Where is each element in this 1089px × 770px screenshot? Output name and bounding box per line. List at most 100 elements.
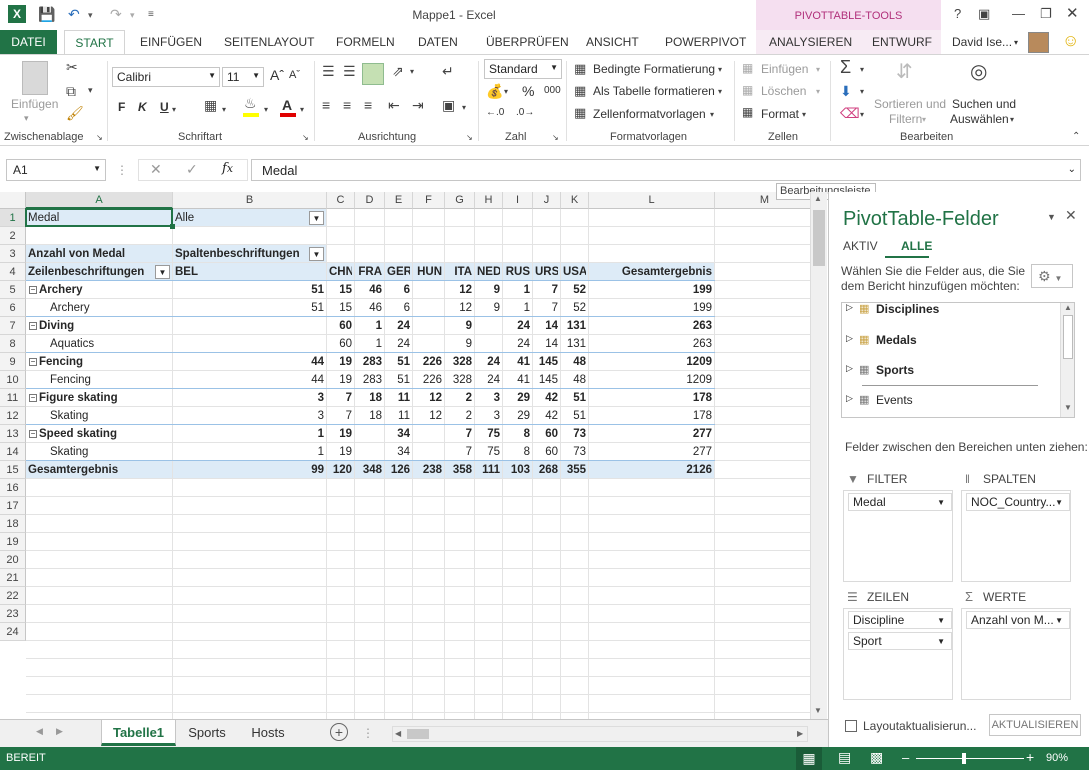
value-cell[interactable]: 46 (357, 299, 382, 317)
value-cell[interactable]: 24 (477, 353, 500, 371)
value-cell[interactable]: 1209 (591, 371, 712, 389)
format-painter-icon[interactable]: 🖌 (66, 105, 84, 122)
expand-icon[interactable]: ▷ (846, 303, 853, 313)
row-header-14[interactable]: 14 (0, 443, 26, 461)
value-cell[interactable]: 3 (477, 389, 500, 407)
chevron-down-icon[interactable]: ▾ (718, 65, 722, 74)
value-cell[interactable]: 263 (591, 335, 712, 353)
font-name-select[interactable]: Calibri ▼ (112, 67, 220, 87)
row-header-13[interactable]: 13 (0, 425, 26, 443)
collapse-icon[interactable]: − (29, 430, 37, 438)
value-cell[interactable]: 44 (175, 371, 324, 389)
zoom-slider-thumb[interactable] (962, 753, 966, 764)
fill-icon[interactable]: ⬇ (840, 83, 852, 100)
value-cell[interactable]: 1 (505, 281, 530, 299)
merge-center-icon[interactable]: ▣ (442, 97, 455, 114)
find-binoculars-icon[interactable]: ◎ (970, 59, 987, 84)
autosum-dropdown-icon[interactable]: ▾ (860, 65, 864, 74)
filter-item-medal[interactable]: Medal ▼ (848, 493, 952, 511)
value-cell[interactable]: 277 (591, 425, 712, 443)
cell-styles-button[interactable]: Zellenformatvorlagen (593, 107, 706, 121)
column-header-k[interactable]: K (561, 192, 589, 209)
font-launcher-icon[interactable]: ↘ (302, 133, 309, 142)
column-header-f[interactable]: F (413, 192, 445, 209)
row-label[interactable]: Speed skating (39, 425, 170, 443)
tools-gear-icon[interactable]: ⚙ ▼ (1031, 264, 1073, 288)
row-header-20[interactable]: 20 (0, 551, 26, 569)
ribbon-display-icon[interactable]: ▣ (978, 6, 990, 22)
cancel-icon[interactable]: ✕ (150, 161, 162, 178)
autosum-icon[interactable]: Σ (840, 57, 851, 78)
zoom-level[interactable]: 90% (1046, 752, 1068, 764)
country-header-ger[interactable]: GER (387, 263, 410, 281)
number-format-select[interactable]: Standard ▼ (484, 59, 562, 79)
name-box[interactable]: A1 ▼ (6, 159, 106, 181)
row-filter-button[interactable]: ▼ (155, 265, 170, 279)
format-cells-icon[interactable]: ▦ (742, 105, 753, 119)
row-header-9[interactable]: 9 (0, 353, 26, 371)
column-header-d[interactable]: D (355, 192, 385, 209)
font-color-icon[interactable]: A (282, 97, 292, 113)
value-cell[interactable]: 7 (535, 299, 558, 317)
value-cell[interactable]: 51 (175, 299, 324, 317)
grand-total-cell[interactable]: 268 (535, 461, 558, 479)
sheet-tab-hosts[interactable]: Hosts (238, 720, 298, 746)
align-top-icon[interactable]: ☰ (322, 63, 335, 80)
percent-button[interactable]: % (522, 83, 534, 99)
value-cell[interactable]: 277 (591, 443, 712, 461)
value-cell[interactable]: 12 (415, 389, 442, 407)
grand-total-cell[interactable]: 348 (357, 461, 382, 479)
sort-filter-icon[interactable]: ⇵ (896, 59, 913, 84)
value-cell[interactable]: 226 (415, 353, 442, 371)
row-header-23[interactable]: 23 (0, 605, 26, 623)
value-cell[interactable]: 48 (563, 353, 586, 371)
row-header-3[interactable]: 3 (0, 245, 26, 263)
decrease-decimal-icon[interactable]: .0→ (516, 107, 534, 118)
normal-view-icon[interactable]: ▦ (796, 747, 822, 770)
cut-icon[interactable]: ✂ (66, 59, 78, 76)
value-cell[interactable]: 60 (329, 317, 352, 335)
row-item-discipline[interactable]: Discipline ▼ (848, 611, 952, 629)
column-header-a[interactable]: A (26, 192, 173, 209)
row-header-7[interactable]: 7 (0, 317, 26, 335)
country-header-rus[interactable]: RUS (505, 263, 530, 281)
fill-color-icon[interactable]: ♨ (244, 95, 257, 112)
grand-total-cell[interactable]: 111 (477, 461, 500, 479)
pivot-column-labels-caption[interactable]: Spaltenbeschriftungen (175, 245, 324, 263)
pivot-filter-dropdown-button[interactable]: ▼ (309, 211, 324, 225)
copy-icon[interactable]: ⧉ (66, 83, 76, 100)
value-cell[interactable]: 1 (505, 299, 530, 317)
scroll-thumb[interactable] (1063, 315, 1073, 359)
value-cell[interactable]: 7 (447, 425, 472, 443)
value-cell[interactable]: 9 (477, 299, 500, 317)
row-header-10[interactable]: 10 (0, 371, 26, 389)
expand-icon[interactable]: ▷ (846, 363, 853, 374)
sheet-tab-sports[interactable]: Sports (178, 720, 236, 746)
value-cell[interactable]: 51 (387, 353, 410, 371)
value-cell[interactable]: 3 (175, 407, 324, 425)
value-cell[interactable]: 19 (329, 425, 352, 443)
tab-ueberpruefen[interactable]: ÜBERPRÜFEN (486, 35, 569, 49)
value-cell[interactable]: 283 (357, 371, 382, 389)
enter-icon[interactable]: ✓ (186, 161, 198, 178)
row-header-5[interactable]: 5 (0, 281, 26, 299)
value-cell[interactable]: 19 (329, 371, 352, 389)
value-cell[interactable]: 6 (387, 299, 410, 317)
value-cell[interactable]: 48 (563, 371, 586, 389)
align-center-icon[interactable]: ≡ (343, 97, 351, 113)
conditional-format-button[interactable]: Bedingte Formatierung (593, 62, 715, 76)
copy-dropdown-icon[interactable]: ▾ (88, 85, 93, 96)
value-cell[interactable]: 1 (175, 425, 324, 443)
value-cell[interactable]: 18 (357, 407, 382, 425)
row-header-11[interactable]: 11 (0, 389, 26, 407)
sort-filter-button-line2[interactable]: Filtern (889, 112, 922, 126)
row-label[interactable]: Aquatics (50, 335, 170, 353)
clear-icon[interactable]: ⌫ (840, 105, 860, 122)
value-cell[interactable]: 178 (591, 389, 712, 407)
page-layout-view-icon[interactable]: ▤ (838, 749, 851, 766)
value-cell[interactable]: 51 (387, 371, 410, 389)
update-button[interactable]: AKTUALISIEREN (989, 714, 1081, 736)
column-header-e[interactable]: E (385, 192, 413, 209)
value-cell[interactable]: 41 (505, 371, 530, 389)
value-cell[interactable]: 12 (447, 299, 472, 317)
